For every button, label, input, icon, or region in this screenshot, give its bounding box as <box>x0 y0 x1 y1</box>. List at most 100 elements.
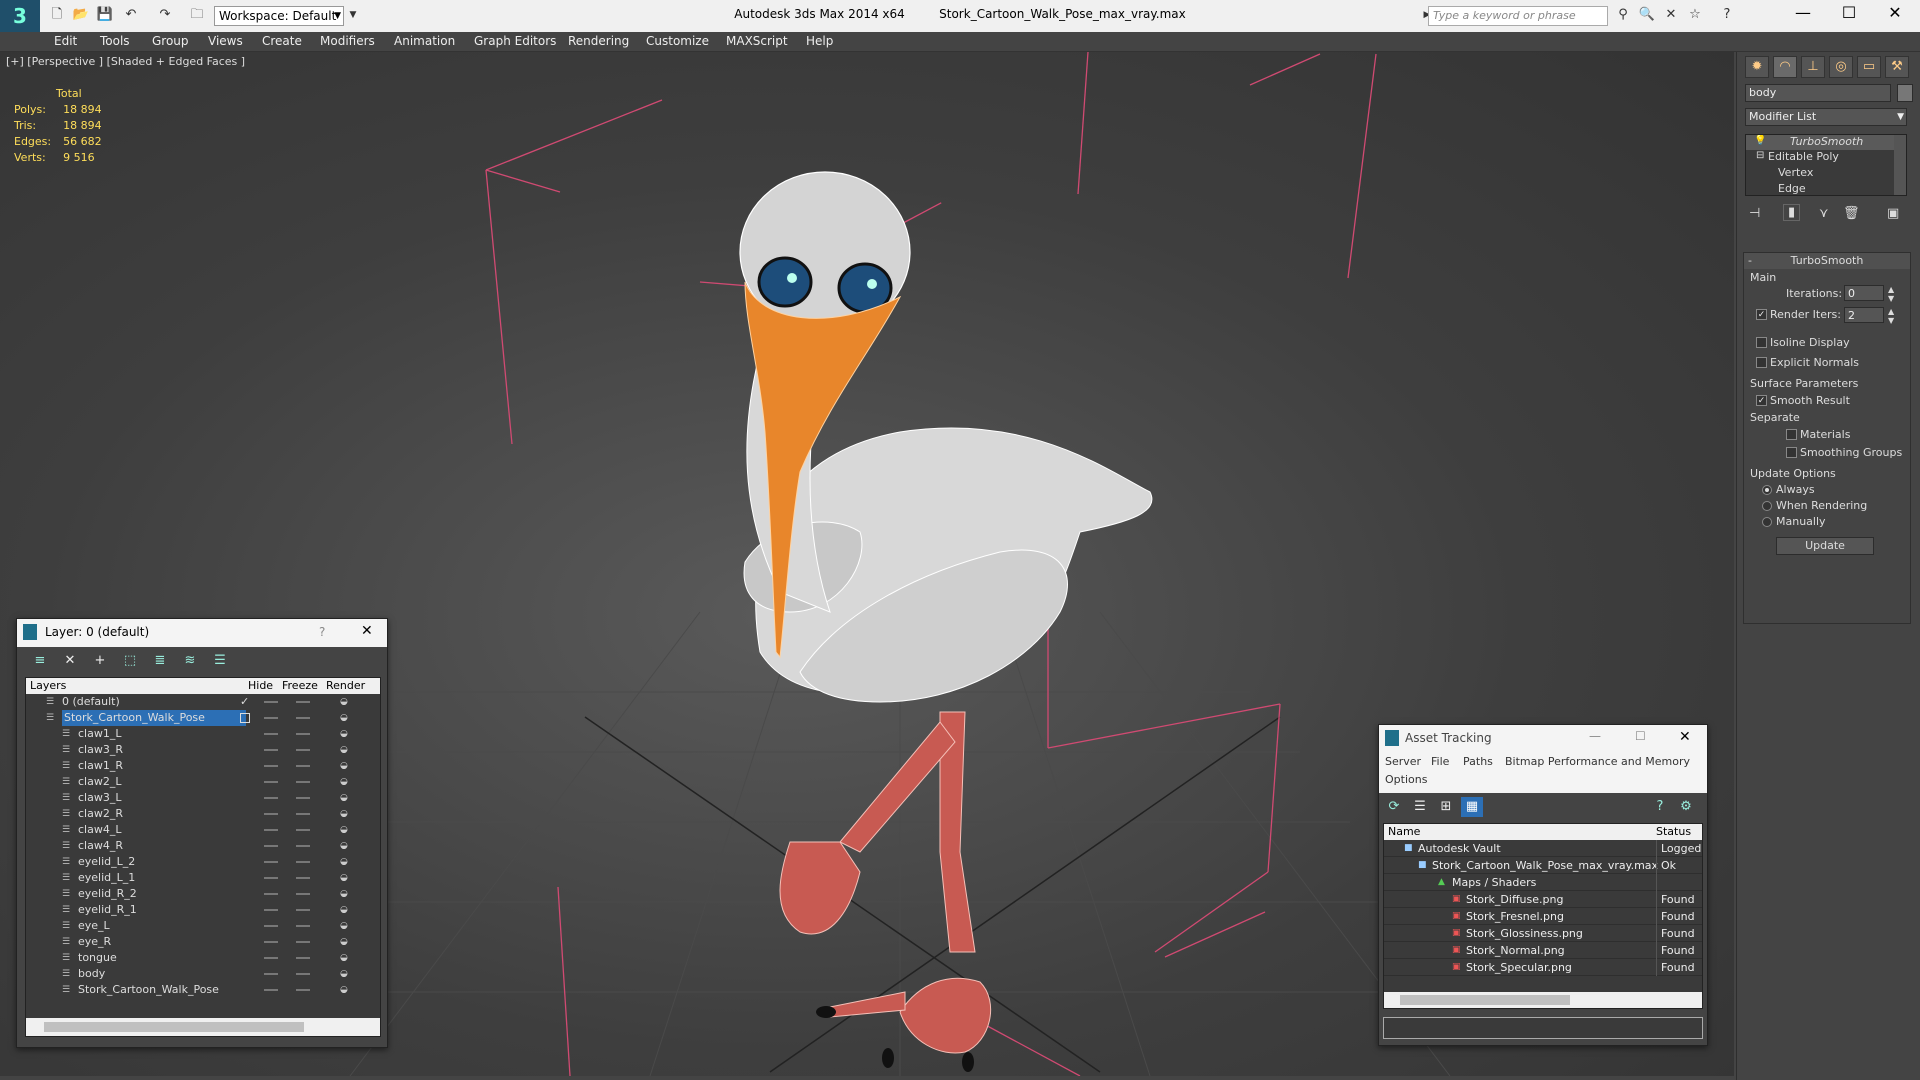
col-hide[interactable]: Hide <box>248 679 273 692</box>
help-icon[interactable]: ? <box>1649 797 1671 817</box>
iterations-input[interactable]: 0 <box>1844 285 1884 301</box>
render-teapot-icon[interactable]: ◒ <box>340 950 348 966</box>
delete-layer-icon[interactable]: ✕ <box>59 651 81 671</box>
toggle-dash[interactable] <box>264 877 278 879</box>
toggle-dash[interactable] <box>296 781 310 783</box>
render-teapot-icon[interactable]: ◒ <box>340 710 348 726</box>
list-view-icon[interactable]: ☰ <box>1409 797 1431 817</box>
stack-item-editable-poly[interactable]: Editable Poly <box>1768 150 1839 163</box>
render-iters-input[interactable]: 2 <box>1844 307 1884 323</box>
asset-menu-server[interactable]: Server <box>1385 755 1421 768</box>
table-view-icon[interactable]: ▦ <box>1461 797 1483 817</box>
set-current-layer-box[interactable] <box>240 713 250 723</box>
render-teapot-icon[interactable]: ◒ <box>340 806 348 822</box>
render-teapot-icon[interactable]: ◒ <box>340 870 348 886</box>
menu-modifiers[interactable]: Modifiers <box>320 34 375 48</box>
layer-row[interactable]: ☰ eyelid_R_1 ◒ <box>28 902 380 918</box>
close-icon[interactable]: ✕ <box>1679 729 1691 745</box>
layer-row[interactable]: ☰ claw4_R ◒ <box>28 838 380 854</box>
maximize-icon[interactable]: ☐ <box>1826 0 1872 28</box>
asset-menu-options[interactable]: Options <box>1385 773 1427 786</box>
rollout-header[interactable]: - TurboSmooth <box>1744 253 1910 269</box>
toggle-dash[interactable] <box>264 701 278 703</box>
layer-row[interactable]: ☰ tongue ◒ <box>28 950 380 966</box>
col-name[interactable]: Name <box>1388 825 1420 838</box>
layer-row[interactable]: ☰ eyelid_R_2 ◒ <box>28 886 380 902</box>
layer-row[interactable]: ☰ 0 (default) ✓ ◒ <box>28 694 380 710</box>
hide-all-icon[interactable]: ≋ <box>179 651 201 671</box>
toggle-dash[interactable] <box>264 909 278 911</box>
always-radio[interactable] <box>1762 485 1772 495</box>
toggle-dash[interactable] <box>264 941 278 943</box>
display-tab-icon[interactable]: ▭ <box>1857 56 1881 78</box>
toggle-dash[interactable] <box>296 845 310 847</box>
spinner-icon[interactable]: ▲ ▼ <box>1888 285 1894 303</box>
asset-window-titlebar[interactable]: Asset Tracking — ☐ ✕ <box>1379 725 1707 753</box>
toggle-dash[interactable] <box>296 973 310 975</box>
utilities-tab-icon[interactable]: ⚒ <box>1885 56 1909 78</box>
asset-menu-paths[interactable]: Paths <box>1463 755 1493 768</box>
search-icon[interactable]: 🔍 <box>1638 6 1656 24</box>
maximize-icon[interactable]: ☐ <box>1635 729 1646 743</box>
menu-rendering[interactable]: Rendering <box>568 34 629 48</box>
update-button[interactable]: Update <box>1776 537 1874 555</box>
asset-row[interactable]: ▲ Maps / Shaders <box>1384 874 1702 891</box>
toggle-dash[interactable] <box>264 893 278 895</box>
stack-scrollbar[interactable] <box>1894 135 1906 195</box>
create-tab-icon[interactable]: ✹ <box>1745 56 1769 78</box>
close-icon[interactable]: ✕ <box>1872 0 1918 28</box>
object-color-swatch[interactable] <box>1897 84 1913 102</box>
render-iters-checkbox[interactable]: ✓ <box>1756 309 1767 320</box>
toggle-dash[interactable] <box>296 925 310 927</box>
modifier-list-dropdown[interactable]: Modifier List ▼ <box>1745 108 1907 126</box>
freeze-all-icon[interactable]: ☰ <box>209 651 231 671</box>
manually-radio[interactable] <box>1762 517 1772 527</box>
asset-row[interactable]: ▣ Stork_Normal.png Found <box>1384 942 1702 959</box>
toggle-dash[interactable] <box>296 717 310 719</box>
render-teapot-icon[interactable]: ◒ <box>340 966 348 982</box>
render-teapot-icon[interactable]: ◒ <box>340 822 348 838</box>
asset-row[interactable]: ▣ Stork_Fresnel.png Found <box>1384 908 1702 925</box>
menu-animation[interactable]: Animation <box>394 34 455 48</box>
scrollbar-thumb[interactable] <box>1400 995 1570 1005</box>
render-teapot-icon[interactable]: ◒ <box>340 774 348 790</box>
toggle-dash[interactable] <box>264 733 278 735</box>
configure-sets-icon[interactable]: ▣ <box>1887 206 1899 221</box>
close-icon[interactable]: ✕ <box>361 623 373 639</box>
render-teapot-icon[interactable]: ◒ <box>340 982 348 998</box>
asset-row[interactable]: ▣ Stork_Glossiness.png Found <box>1384 925 1702 942</box>
asset-hscrollbar[interactable] <box>1384 992 1702 1008</box>
modify-tab-icon[interactable]: ◠ <box>1773 56 1797 78</box>
toggle-dash[interactable] <box>296 909 310 911</box>
help-icon[interactable]: ? <box>319 625 325 639</box>
viewport-label[interactable]: [+] [Perspective ] [Shaded + Edged Faces… <box>6 55 245 68</box>
lightbulb-icon[interactable]: 💡 <box>1754 135 1766 146</box>
stack-item-turbosmooth[interactable]: TurboSmooth <box>1746 135 1894 150</box>
spinner-icon[interactable]: ▲ ▼ <box>1888 307 1894 325</box>
menu-tools[interactable]: Tools <box>100 34 130 48</box>
col-render[interactable]: Render <box>326 679 365 692</box>
asset-menu-bitmap[interactable]: Bitmap Performance and Memory <box>1505 755 1690 768</box>
toggle-dash[interactable] <box>296 813 310 815</box>
asset-row[interactable]: ▣ Stork_Specular.png Found <box>1384 959 1702 976</box>
toggle-dash[interactable] <box>264 797 278 799</box>
layer-row[interactable]: ☰ claw3_R ◒ <box>28 742 380 758</box>
create-layer-icon[interactable]: ≡ <box>29 651 51 671</box>
refresh-icon[interactable]: ⟳ <box>1383 797 1405 817</box>
smooth-result-checkbox[interactable]: ✓ <box>1756 395 1767 406</box>
toggle-dash[interactable] <box>296 797 310 799</box>
layer-row[interactable]: ☰ eyelid_L_2 ◒ <box>28 854 380 870</box>
toggle-dash[interactable] <box>296 877 310 879</box>
toggle-dash[interactable] <box>264 925 278 927</box>
layer-row[interactable]: ☰ Stork_Cartoon_Walk_Pose ◒ <box>28 982 380 998</box>
toggle-dash[interactable] <box>264 861 278 863</box>
col-status[interactable]: Status <box>1656 825 1691 838</box>
layer-row[interactable]: ☰ eyelid_L_1 ◒ <box>28 870 380 886</box>
help-icon[interactable]: ? <box>1718 6 1736 24</box>
render-teapot-icon[interactable]: ◒ <box>340 918 348 934</box>
binoculars-icon[interactable]: ⚲ <box>1614 6 1632 24</box>
render-teapot-icon[interactable]: ◒ <box>340 934 348 950</box>
toggle-dash[interactable] <box>264 973 278 975</box>
layer-row[interactable]: ☰ claw1_R ◒ <box>28 758 380 774</box>
toggle-dash[interactable] <box>296 765 310 767</box>
